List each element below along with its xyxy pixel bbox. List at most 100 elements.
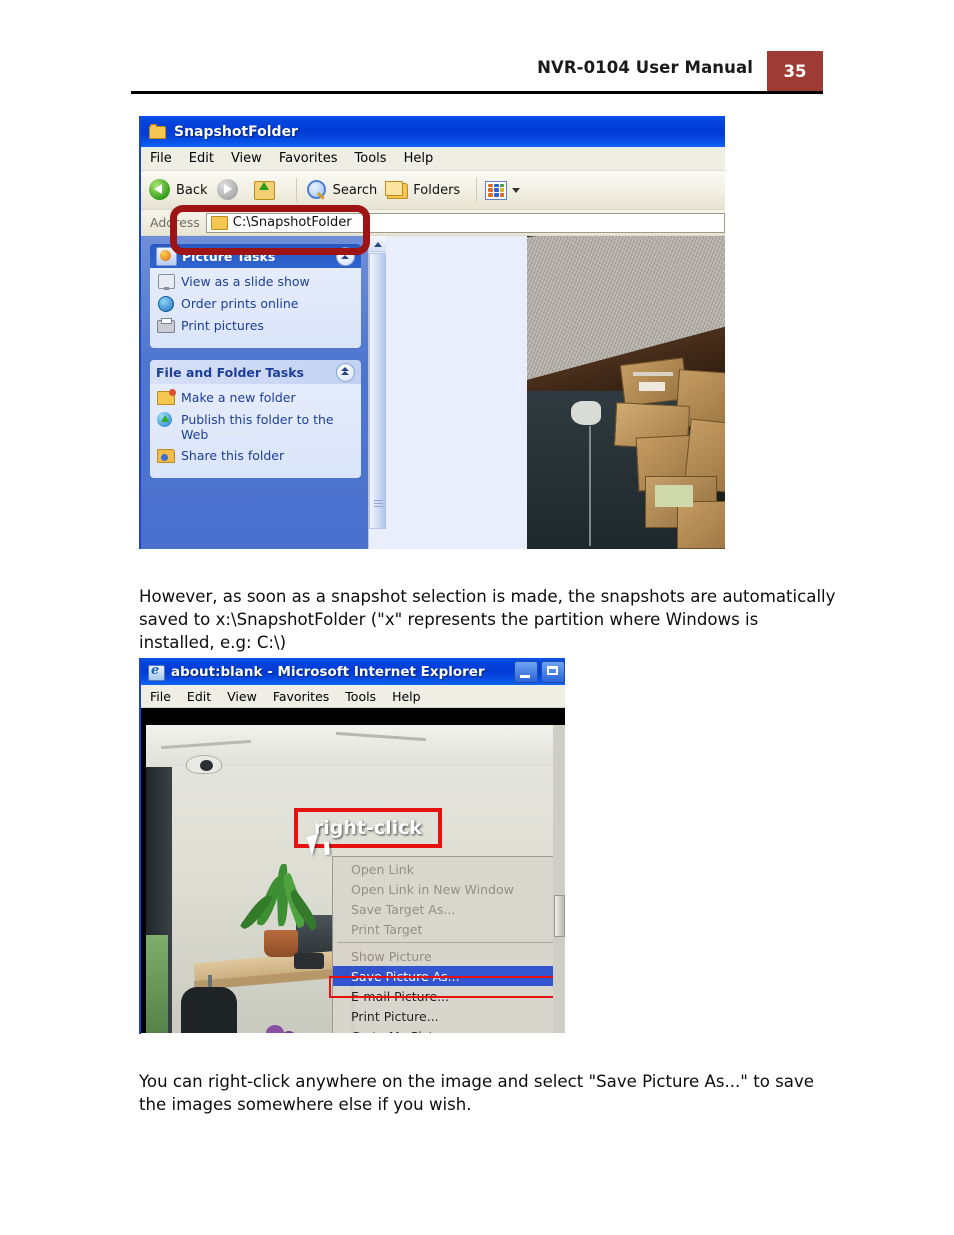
- ie-page-viewport[interactable]: right-click Open Link Open Link in New W…: [141, 708, 565, 1033]
- order-prints-icon: [157, 296, 175, 312]
- scrollbar-thumb[interactable]: [369, 253, 386, 529]
- task-view-slide-show[interactable]: View as a slide show: [157, 274, 355, 290]
- task-label: Print pictures: [181, 318, 264, 333]
- picture-tasks-header[interactable]: Picture Tasks: [150, 244, 361, 268]
- context-menu-item-email-picture[interactable]: E-mail Picture...: [333, 986, 559, 1006]
- picture-tasks-icon: [156, 247, 177, 266]
- ie-window-buttons: [514, 661, 565, 683]
- toolbar-separator-2: [476, 178, 478, 202]
- internet-explorer-screenshot: about:blank - Microsoft Internet Explore…: [139, 658, 565, 1034]
- ie-context-menu[interactable]: Open Link Open Link in New Window Save T…: [332, 856, 559, 1033]
- maximize-button[interactable]: [541, 661, 565, 683]
- context-menu-item-show-picture: Show Picture: [351, 948, 432, 964]
- task-make-new-folder[interactable]: Make a new folder: [157, 389, 355, 406]
- explorer-file-list[interactable]: [386, 236, 725, 549]
- task-order-prints-online[interactable]: Order prints online: [157, 296, 355, 312]
- ie-menubar: File Edit View Favorites Tools Help: [141, 685, 565, 708]
- up-button[interactable]: [252, 178, 280, 202]
- picture-tasks-body: View as a slide show Order prints online…: [150, 268, 361, 348]
- context-menu-item-open-link: Open Link: [351, 861, 414, 877]
- address-folder-icon: [210, 215, 228, 230]
- collapse-chevron-icon[interactable]: [336, 247, 355, 266]
- internet-explorer-icon: [148, 663, 165, 681]
- views-grid-icon: [485, 180, 508, 200]
- explorer-title-text: SnapshotFolder: [174, 123, 298, 140]
- back-button-label: Back: [176, 182, 208, 198]
- menu-item-view[interactable]: View: [227, 689, 257, 704]
- back-button[interactable]: Back: [148, 178, 208, 202]
- search-button-label: Search: [332, 182, 378, 198]
- file-folder-tasks-panel: File and Folder Tasks Make a new folder …: [150, 360, 361, 478]
- back-arrow-icon: [148, 178, 172, 202]
- address-input[interactable]: C:\SnapshotFolder: [205, 212, 725, 233]
- printer-icon: [157, 318, 175, 334]
- address-value: C:\SnapshotFolder: [232, 215, 352, 230]
- ie-title-text: about:blank - Microsoft Internet Explore…: [171, 663, 485, 680]
- menu-item-file[interactable]: File: [150, 689, 171, 704]
- right-click-annotation-label: right-click: [313, 817, 423, 839]
- task-label: Make a new folder: [181, 390, 296, 405]
- scroll-up-arrow-icon[interactable]: [369, 236, 386, 252]
- menu-item-file[interactable]: File: [150, 151, 172, 166]
- task-label: Order prints online: [181, 296, 299, 311]
- context-menu-item-print-picture[interactable]: Print Picture...: [333, 1006, 559, 1026]
- folders-button[interactable]: Folders: [385, 178, 460, 202]
- scrollbar-grip-icon: [374, 500, 383, 508]
- snapshot-thumbnail-boxes[interactable]: [527, 236, 725, 549]
- picture-tasks-panel: Picture Tasks View as a slide show Order…: [150, 244, 361, 348]
- menu-item-tools[interactable]: Tools: [355, 151, 387, 166]
- explorer-body: Picture Tasks View as a slide show Order…: [141, 236, 725, 549]
- search-button[interactable]: Search: [305, 178, 378, 202]
- views-button[interactable]: [485, 180, 521, 200]
- task-print-pictures[interactable]: Print pictures: [157, 318, 355, 334]
- new-folder-icon: [157, 389, 176, 406]
- collapse-chevron-icon[interactable]: [336, 363, 355, 382]
- page-top-black-bar: [141, 708, 565, 725]
- address-label: Address: [150, 215, 200, 230]
- ie-vertical-scrollbar[interactable]: [553, 725, 565, 1033]
- menu-item-help[interactable]: Help: [392, 689, 421, 704]
- context-menu-item-go-to-my-pictures[interactable]: Go to My Pictures: [333, 1026, 559, 1034]
- ie-titlebar: about:blank - Microsoft Internet Explore…: [141, 658, 565, 685]
- menu-item-help[interactable]: Help: [404, 151, 434, 166]
- body-paragraph-second: You can right-click anywhere on the imag…: [139, 1071, 814, 1114]
- publish-web-icon: [157, 412, 175, 428]
- slide-show-icon: [157, 274, 175, 290]
- explorer-vertical-scrollbar[interactable]: [368, 236, 386, 549]
- explorer-titlebar: SnapshotFolder: [141, 116, 725, 147]
- explorer-menubar: File Edit View Favorites Tools Help: [141, 147, 725, 171]
- menu-item-edit[interactable]: Edit: [187, 689, 211, 704]
- forward-arrow-icon: [216, 178, 240, 202]
- task-label: View as a slide show: [181, 274, 310, 289]
- menu-item-view[interactable]: View: [231, 151, 262, 166]
- task-label: Share this folder: [181, 448, 285, 463]
- menu-item-favorites[interactable]: Favorites: [279, 151, 338, 166]
- windows-explorer-screenshot: SnapshotFolder File Edit View Favorites …: [139, 116, 725, 549]
- page-number-badge: 35: [767, 51, 823, 91]
- picture-tasks-title: Picture Tasks: [182, 248, 276, 264]
- folders-button-label: Folders: [413, 182, 461, 198]
- body-paragraph-first: However, as soon as a snapshot selection…: [139, 586, 836, 652]
- task-share-folder[interactable]: Share this folder: [157, 448, 355, 464]
- task-label: Publish this folder to the Web: [181, 412, 334, 442]
- file-folder-tasks-header[interactable]: File and Folder Tasks: [150, 360, 361, 384]
- forward-button[interactable]: [216, 178, 244, 202]
- menu-item-edit[interactable]: Edit: [189, 151, 214, 166]
- menu-item-favorites[interactable]: Favorites: [273, 689, 329, 704]
- search-icon: [305, 178, 329, 202]
- toolbar-separator-1: [295, 178, 297, 202]
- folder-icon: [149, 124, 167, 139]
- menu-item-tools[interactable]: Tools: [345, 689, 376, 704]
- up-folder-icon: [252, 178, 276, 202]
- explorer-task-sidebar: Picture Tasks View as a slide show Order…: [141, 236, 368, 549]
- header-divider: [131, 91, 823, 94]
- context-menu-item-print-target: Print Target: [351, 921, 423, 937]
- context-menu-item-save-picture-as[interactable]: Save Picture As...: [333, 966, 559, 986]
- context-menu-item-save-target-as: Save Target As...: [351, 901, 456, 917]
- page-title: NVR-0104 User Manual: [537, 58, 753, 77]
- chevron-down-icon[interactable]: [512, 187, 521, 193]
- context-menu-item-open-link-new-window: Open Link in New Window: [351, 881, 514, 897]
- context-menu-separator: [337, 942, 553, 943]
- task-publish-to-web[interactable]: Publish this folder to the Web: [157, 412, 355, 442]
- minimize-button[interactable]: [514, 661, 538, 683]
